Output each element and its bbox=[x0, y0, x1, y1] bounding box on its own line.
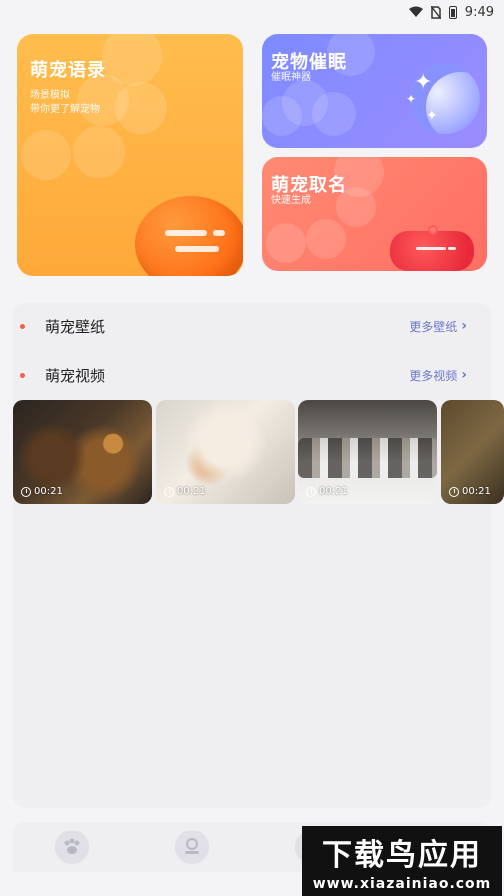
chevron-right-icon: › bbox=[461, 367, 467, 383]
pet-naming-subtitle: 快速生成 bbox=[271, 195, 311, 206]
wallpaper-section-title: 萌宠壁纸 bbox=[45, 317, 106, 336]
more-wallpapers-link[interactable]: 更多壁纸 › bbox=[409, 318, 467, 335]
clock-icon bbox=[449, 486, 459, 497]
pet-phrases-card[interactable]: 萌宠语录 场景模拟 带你更了解宠物 bbox=[17, 34, 243, 276]
video-thumbnail[interactable]: 00:21 bbox=[298, 400, 437, 504]
status-time: 9:49 bbox=[464, 4, 494, 20]
video-thumbnail[interactable]: 00:21 bbox=[13, 400, 152, 504]
watermark-text: 下载鸟应用 bbox=[322, 838, 482, 873]
bone-icon bbox=[185, 838, 199, 854]
nav-home-tab[interactable] bbox=[55, 830, 89, 864]
pet-hypnosis-subtitle: 催眠神器 bbox=[271, 72, 311, 83]
pet-phrases-subtitle-2: 带你更了解宠物 bbox=[30, 104, 100, 115]
bone-tag-icon bbox=[390, 225, 474, 271]
video-duration: 00:21 bbox=[306, 486, 348, 497]
video-duration: 00:21 bbox=[21, 486, 63, 497]
paw-icon bbox=[64, 838, 80, 854]
section-bullet bbox=[20, 323, 25, 329]
status-bar: 9:49 bbox=[0, 0, 504, 24]
no-sim-icon bbox=[430, 5, 441, 19]
more-videos-label: 更多视频 bbox=[409, 368, 458, 383]
video-section-title: 萌宠视频 bbox=[45, 366, 106, 385]
clock-icon bbox=[164, 486, 174, 497]
more-videos-link[interactable]: 更多视频 › bbox=[409, 367, 467, 384]
clock-icon bbox=[306, 486, 316, 497]
chevron-right-icon: › bbox=[461, 318, 467, 334]
wifi-icon bbox=[408, 6, 423, 17]
speech-bubble-icon bbox=[135, 196, 243, 276]
star-icon: ✦ bbox=[406, 92, 417, 106]
video-section-header: 萌宠视频 更多视频 › bbox=[13, 360, 491, 390]
wallpaper-section-header: 萌宠壁纸 更多壁纸 › bbox=[13, 311, 491, 341]
clock-icon bbox=[21, 486, 31, 497]
section-bullet bbox=[20, 372, 25, 378]
video-thumbnail[interactable]: 00:21 bbox=[441, 400, 504, 504]
sled-dogs-image bbox=[298, 438, 437, 478]
watermark-url: www.xiazainiao.com bbox=[312, 876, 492, 892]
pet-phrases-title: 萌宠语录 bbox=[30, 60, 106, 81]
video-duration: 00:21 bbox=[164, 486, 206, 497]
video-duration: 00:21 bbox=[449, 486, 491, 497]
star-icon: ✦ bbox=[414, 70, 433, 95]
star-icon: ✦ bbox=[426, 108, 438, 124]
pet-naming-card[interactable]: 萌宠取名 快速生成 bbox=[262, 157, 487, 271]
pet-hypnosis-card[interactable]: 宠物催眠 催眠神器 ✦ ✦ ✦ bbox=[262, 34, 487, 148]
video-thumbnail[interactable]: 00:21 bbox=[156, 400, 295, 504]
nav-discover-tab[interactable] bbox=[175, 830, 209, 864]
watermark: 下载鸟应用 www.xiazainiao.com bbox=[302, 826, 502, 896]
more-wallpapers-label: 更多壁纸 bbox=[409, 319, 458, 334]
battery-icon bbox=[448, 5, 457, 19]
